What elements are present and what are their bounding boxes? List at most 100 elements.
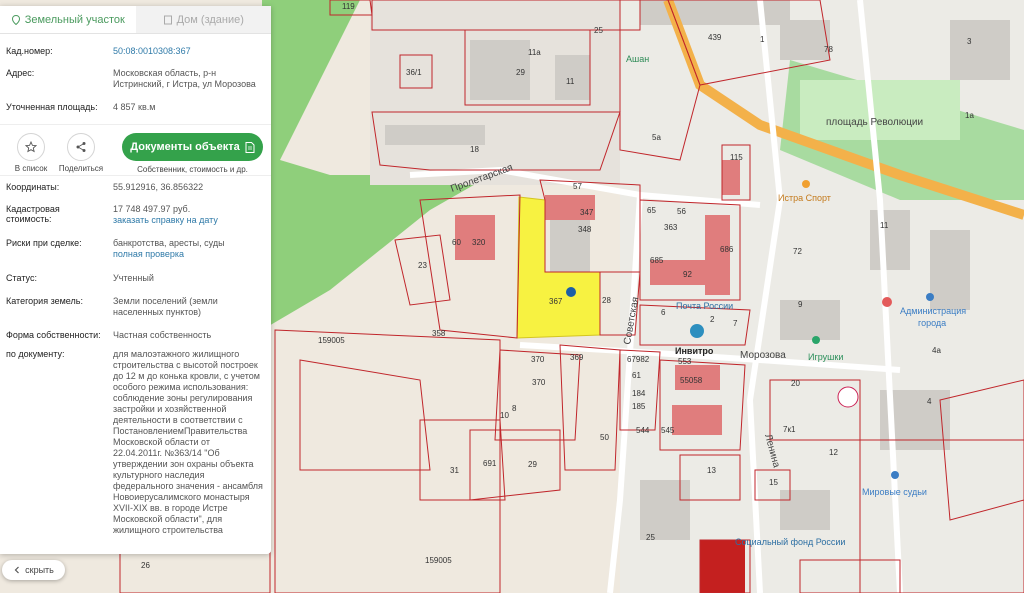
parcel-marker-icon[interactable] bbox=[566, 287, 576, 297]
hide-label: скрыть bbox=[25, 565, 54, 575]
document-icon bbox=[245, 141, 255, 153]
field-label: Риски при сделке: bbox=[6, 238, 82, 248]
by-document-line: особого режима использования: bbox=[113, 382, 249, 392]
order-certificate-link[interactable]: заказать справку на дату bbox=[113, 215, 265, 226]
by-document-line: для малоэтажного жилищного bbox=[113, 349, 240, 359]
cadastral-value-row: Кадастровая стоимость: 17 748 497.97 руб… bbox=[0, 204, 271, 238]
poi-administration-1[interactable]: Администрация bbox=[900, 306, 966, 316]
parcel-num: 358 bbox=[432, 329, 446, 338]
parcel-num: 25 bbox=[646, 533, 655, 542]
parcel-num: 72 bbox=[793, 247, 802, 256]
field-label: Кадастровая bbox=[6, 204, 60, 214]
address-row: Адрес: Московская область, р-н Истрински… bbox=[0, 68, 271, 102]
cadastral-number-link[interactable]: 50:08:0010308:367 bbox=[113, 46, 265, 68]
parcel-num: 5а bbox=[652, 133, 661, 142]
street-label: Морозова bbox=[740, 350, 786, 361]
parcel-num: 11 bbox=[880, 221, 889, 230]
building-icon bbox=[163, 15, 172, 24]
parcel-num: 159005 bbox=[425, 556, 452, 565]
selected-building bbox=[700, 540, 745, 593]
parcel-num: 2 bbox=[710, 315, 715, 324]
poi-invitro[interactable]: Инвитро bbox=[675, 346, 714, 356]
parcel-num: 10 bbox=[500, 411, 509, 420]
hide-panel-button[interactable]: скрыть bbox=[2, 560, 65, 580]
parcel-num: 18 bbox=[470, 145, 479, 154]
parcel-num: 320 bbox=[472, 238, 486, 247]
field-label: по документу: bbox=[6, 349, 65, 359]
area-value: 4 857 кв.м bbox=[113, 102, 156, 112]
address-line: Истринский, г Истра, ул Морозова bbox=[113, 79, 256, 89]
poi-administration-2[interactable]: города bbox=[918, 318, 946, 328]
parcel-num: 92 bbox=[683, 270, 692, 279]
ownership-value: Частная собственность bbox=[113, 330, 212, 340]
category-line: Земли поселений (земли bbox=[113, 296, 218, 306]
parcel-num: 67982 bbox=[627, 355, 650, 364]
parcel-num: 159005 bbox=[318, 336, 345, 345]
parcel-num: 367 bbox=[549, 297, 563, 306]
parcel-num: 36/1 bbox=[406, 68, 422, 77]
star-icon bbox=[25, 141, 37, 153]
parcel-num: 544 bbox=[636, 426, 650, 435]
parcel-num: 57 bbox=[573, 182, 582, 191]
parcel-num: 439 bbox=[708, 33, 722, 42]
court-icon[interactable] bbox=[891, 471, 899, 479]
hospital-icon[interactable] bbox=[882, 297, 892, 307]
sport-icon[interactable] bbox=[802, 180, 810, 188]
tab-land-plot[interactable]: Земельный участок bbox=[0, 6, 136, 33]
by-document-line: федерального значения - ансамбля bbox=[113, 481, 263, 491]
object-documents-button[interactable]: Документы объекта bbox=[122, 133, 263, 161]
parcel-num: 119 bbox=[342, 2, 355, 11]
parcel-num: 691 bbox=[483, 459, 497, 468]
full-check-link[interactable]: полная проверка bbox=[113, 249, 265, 260]
action-label: В список bbox=[14, 164, 48, 173]
parcel-num: 56 bbox=[677, 207, 686, 216]
parcel-num: 12 bbox=[829, 448, 838, 457]
coordinates-row: Координаты: 55.912916, 36.856322 bbox=[0, 182, 271, 204]
parcel-num: 29 bbox=[516, 68, 525, 77]
poi-mirovye-sudy[interactable]: Мировые судьи bbox=[862, 487, 927, 497]
coordinates-value: 55.912916, 36.856322 bbox=[113, 182, 204, 192]
field-label: Форма собственности: bbox=[6, 330, 101, 340]
by-document-line: Новоиерусалимского монастыря bbox=[113, 492, 250, 502]
cadastral-number-row: Кад.номер: 50:08:0010308:367 bbox=[0, 46, 271, 68]
poi-social-fund[interactable]: Социальный фонд России bbox=[735, 537, 845, 547]
parcel-num: 3 bbox=[967, 37, 972, 46]
parcel-num: 370 bbox=[532, 378, 546, 387]
parcel-num: 11 bbox=[566, 77, 575, 86]
parcel-num: 13 bbox=[707, 466, 716, 475]
parcel-num: 61 bbox=[632, 371, 641, 380]
poi-ashan[interactable]: Ашан bbox=[626, 54, 649, 64]
medical-icon[interactable] bbox=[690, 324, 704, 338]
parcel-num: 545 bbox=[661, 426, 675, 435]
tab-house[interactable]: Дом (здание) bbox=[135, 6, 271, 33]
poi-istra-sport[interactable]: Истра Спорт bbox=[778, 193, 831, 203]
address-line: Московская область, р-н bbox=[113, 68, 217, 78]
by-document-line: застройки и хозяйственной bbox=[113, 404, 227, 414]
share-button[interactable]: Поделиться bbox=[56, 133, 106, 173]
parcel-num: 115 bbox=[730, 153, 743, 162]
add-to-list-button[interactable]: В список bbox=[6, 133, 56, 173]
poi-igrushki[interactable]: Игрушки bbox=[808, 352, 843, 362]
action-bar: В список Поделиться Документы объекта Со… bbox=[0, 124, 271, 176]
by-document-line: до 12 м до конька кровли, с учетом bbox=[113, 371, 260, 381]
status-row: Статус: Учтенный bbox=[0, 273, 271, 296]
parcel-num: 9 bbox=[798, 300, 803, 309]
by-document-value: для малоэтажного жилищного строительства … bbox=[113, 349, 265, 536]
field-label: стоимость: bbox=[6, 214, 52, 224]
field-label: Координаты: bbox=[6, 182, 60, 192]
parcel-num: 60 bbox=[452, 238, 461, 247]
parcel-num: 29 bbox=[528, 460, 537, 469]
poi-pochta[interactable]: Почта России bbox=[676, 301, 733, 311]
pizza-icon[interactable] bbox=[837, 386, 859, 408]
field-label: Уточненная площадь: bbox=[6, 102, 98, 112]
category-line: населенных пунктов) bbox=[113, 307, 202, 317]
shop-icon[interactable] bbox=[812, 336, 820, 344]
street-label: площадь Революции bbox=[826, 117, 923, 128]
docs-subtitle: Собственник, стоимость и др. bbox=[137, 165, 248, 174]
chevron-left-icon bbox=[14, 566, 20, 574]
cadastral-value: 17 748 497.97 руб. bbox=[113, 204, 191, 214]
parcel-num: 31 bbox=[450, 466, 459, 475]
map-pin-icon bbox=[11, 14, 20, 25]
parcel-num: 553 bbox=[678, 357, 692, 366]
government-icon[interactable] bbox=[926, 293, 934, 301]
